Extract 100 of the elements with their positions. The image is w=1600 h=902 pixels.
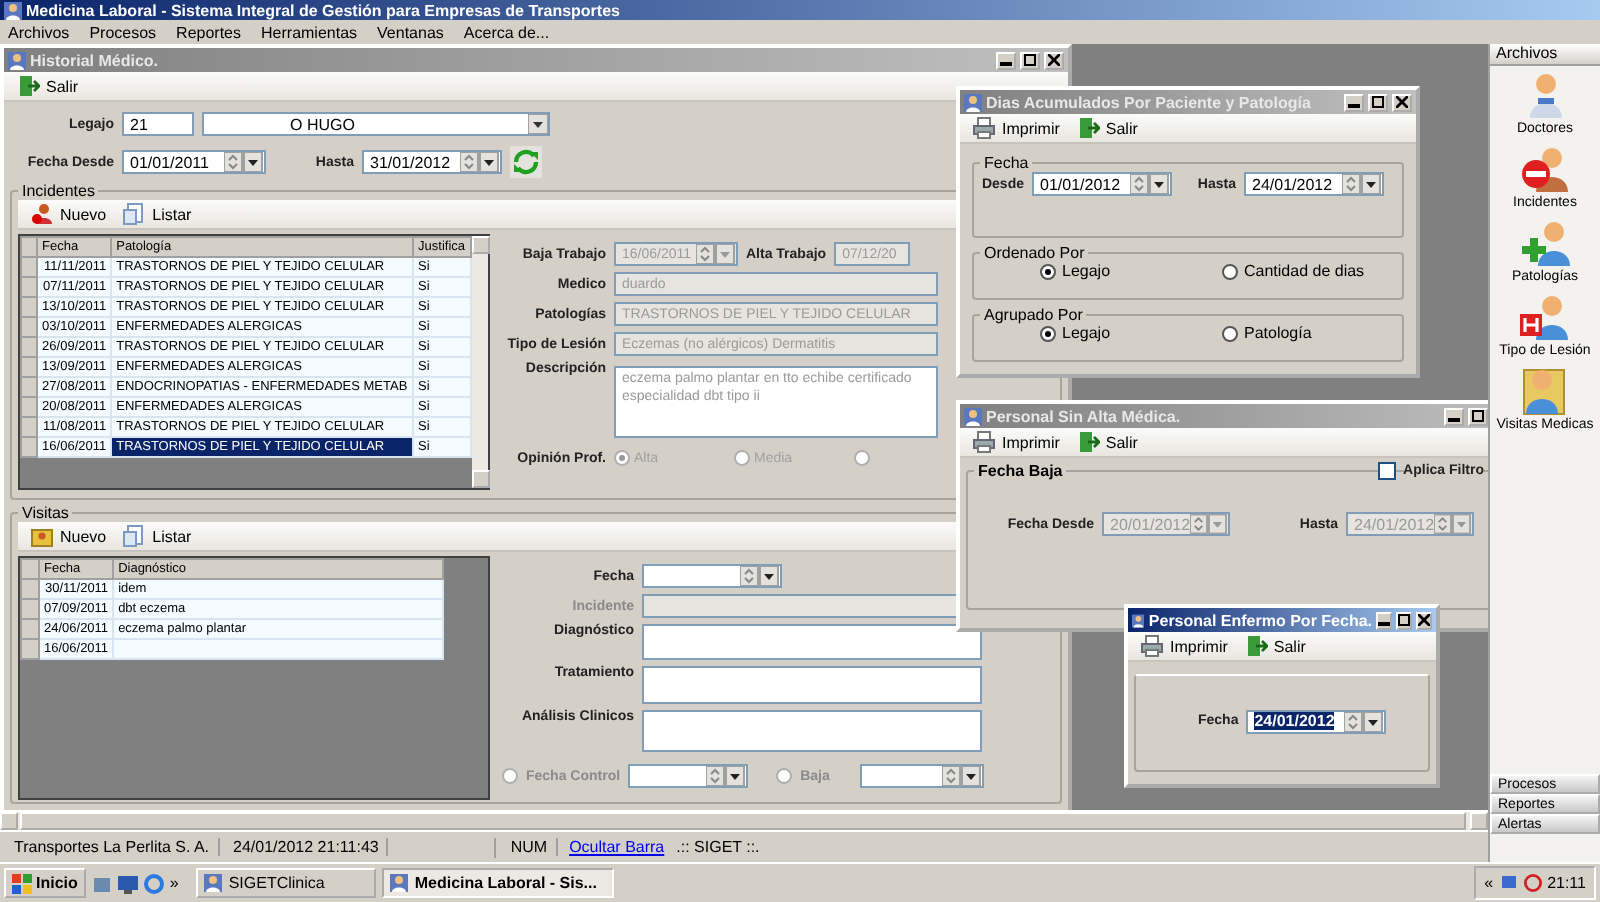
menu-item[interactable]: Acerca de... — [463, 23, 550, 41]
radio-button[interactable] — [776, 768, 793, 784]
clock: 21:11 — [1547, 874, 1586, 892]
app-title: Medicina Laboral - Sistema Integral de Gestión para Empresas de Transportes — [26, 1, 620, 19]
menu-item[interactable]: Archivos — [8, 23, 70, 41]
spinner-dropdown-icon — [696, 244, 736, 264]
scrollbar[interactable] — [472, 236, 488, 488]
exit-button[interactable]: Salir — [1075, 430, 1138, 454]
close-icon — [1418, 614, 1430, 626]
date-field[interactable] — [642, 564, 782, 588]
diagnosis-field[interactable] — [642, 624, 982, 660]
hospital-sign-person-icon — [1518, 292, 1571, 342]
close-icon — [1048, 54, 1060, 66]
start-button[interactable]: Inicio — [4, 868, 86, 898]
refresh-icon[interactable] — [510, 146, 542, 178]
browser-icon[interactable] — [143, 873, 164, 893]
date-field[interactable] — [860, 764, 985, 788]
dropdown-caret-icon — [528, 114, 548, 134]
quick-launch-icon[interactable] — [91, 873, 112, 893]
date-field[interactable]: 24/01/2012 — [1244, 172, 1384, 196]
person-add-icon — [30, 202, 54, 226]
more-button[interactable]: » — [169, 874, 179, 892]
minimize-button[interactable] — [1344, 93, 1364, 111]
tray-toggle[interactable]: « — [1484, 874, 1494, 892]
network-icon[interactable] — [1499, 874, 1518, 892]
minimize-button[interactable] — [996, 51, 1016, 69]
app-icon — [964, 407, 982, 425]
maximize-icon — [1472, 410, 1484, 422]
exit-button[interactable]: Salir — [1243, 634, 1306, 658]
minimize-button[interactable] — [1376, 611, 1392, 629]
date-field[interactable]: 01/01/2011 — [122, 150, 266, 174]
group-title: Ordenado Por — [982, 244, 1087, 262]
new-button[interactable]: Nuevo — [30, 524, 107, 548]
app-icon — [1132, 611, 1145, 629]
radio-button[interactable] — [502, 768, 518, 784]
print-button[interactable]: Imprimir — [1140, 634, 1228, 658]
hide-bar-link[interactable]: Ocultar Barra — [563, 838, 671, 856]
date-field[interactable]: 01/01/2012 — [1032, 172, 1172, 196]
horizontal-scrollbar[interactable] — [0, 810, 1488, 830]
exit-button[interactable]: Salir — [1075, 116, 1138, 140]
windows-flag-icon — [12, 873, 32, 893]
exit-icon — [1075, 116, 1100, 140]
desktop-icon[interactable] — [117, 873, 138, 893]
spinner-dropdown-icon — [1130, 174, 1170, 194]
plus-person-icon — [1519, 218, 1571, 268]
window-title: Personal Enfermo Por Fecha. — [1148, 611, 1372, 629]
menu-item[interactable]: Reportes — [176, 23, 242, 41]
window-title: Dias Acumulados Por Paciente y Patología — [986, 93, 1313, 111]
taskbar-button[interactable]: SIGETClinica — [196, 868, 377, 898]
spinner-dropdown-icon — [942, 766, 983, 786]
menu-item[interactable]: Herramientas — [261, 23, 358, 41]
radio-button[interactable] — [1222, 263, 1238, 279]
document-icon — [122, 202, 147, 226]
antivirus-icon[interactable] — [1523, 874, 1542, 892]
app-icon — [8, 51, 26, 69]
printer-icon — [972, 116, 996, 140]
radio-button[interactable] — [1040, 325, 1056, 341]
list-button[interactable]: Listar — [122, 524, 192, 548]
app-icon — [4, 1, 22, 19]
radio-button[interactable] — [1222, 325, 1238, 341]
radio-button[interactable] — [1040, 263, 1056, 279]
taskbar-button[interactable]: Medicina Laboral - Sis... — [382, 868, 615, 898]
legajo-code-field[interactable]: 21 — [122, 112, 194, 136]
menu-item[interactable]: Procesos — [89, 23, 157, 41]
folder-icon — [30, 524, 54, 548]
close-button[interactable] — [1416, 611, 1432, 629]
maximize-icon — [1024, 54, 1036, 66]
close-icon — [1396, 96, 1408, 108]
spinner-dropdown-icon — [224, 152, 264, 172]
checkbox[interactable] — [1377, 462, 1396, 480]
date-field[interactable]: 31/01/2012 — [362, 150, 502, 174]
spinner-dropdown-icon — [1190, 514, 1228, 534]
group-title: Fecha Baja — [976, 462, 1065, 480]
status-num: NUM — [502, 838, 558, 856]
maximize-icon — [1372, 96, 1384, 108]
treatment-field[interactable] — [642, 666, 982, 704]
clinical-analysis-field[interactable] — [642, 710, 982, 752]
exit-button[interactable]: Salir — [16, 74, 79, 98]
window-title: Personal Sin Alta Médica. — [986, 407, 1183, 425]
date-field[interactable]: 24/01/2012 — [1246, 709, 1387, 733]
status-brand: .:: SIGET ::. — [676, 838, 760, 856]
document-icon — [122, 524, 147, 548]
spinner-dropdown-icon — [1344, 711, 1385, 731]
group-title: Incidentes — [20, 182, 97, 200]
menu-item[interactable]: Ventanas — [377, 23, 444, 41]
employee-combo[interactable]: O HUGO — [202, 112, 550, 136]
print-button[interactable]: Imprimir — [972, 116, 1060, 140]
spinner-dropdown-icon — [1342, 174, 1382, 194]
radio-label: Patología — [1244, 324, 1312, 342]
no-entry-person-icon — [1518, 144, 1571, 194]
app-icon — [964, 93, 982, 111]
printer-icon — [1140, 634, 1164, 658]
exit-icon — [16, 74, 40, 98]
minimize-button[interactable] — [1444, 407, 1464, 425]
radio-label: Cantidad de dias — [1244, 262, 1365, 280]
maximize-button[interactable] — [1396, 611, 1412, 629]
print-button[interactable]: Imprimir — [972, 430, 1060, 454]
spinner-dropdown-icon — [460, 152, 500, 172]
group-title: Fecha — [982, 154, 1031, 172]
date-field[interactable] — [628, 764, 749, 788]
